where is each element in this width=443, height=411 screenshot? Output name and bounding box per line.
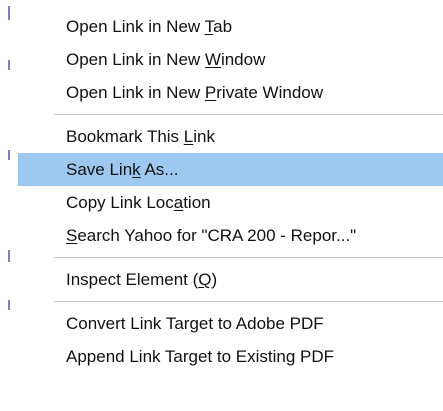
- menu-item-mnemonic: a: [173, 193, 184, 212]
- menu-item-search-yahoo[interactable]: Search Yahoo for "CRA 200 - Repor...": [18, 219, 443, 252]
- menu-item-label: As...: [140, 160, 179, 179]
- menu-item-label: ab: [213, 17, 233, 36]
- menu-item-inspect-element[interactable]: Inspect Element (Q): [18, 263, 443, 296]
- page-edge-mark: [8, 6, 10, 20]
- menu-item-open-new-tab[interactable]: Open Link in New Tab: [18, 10, 443, 43]
- menu-separator: [54, 257, 443, 258]
- menu-separator: [54, 301, 443, 302]
- menu-item-mnemonic: P: [204, 83, 217, 102]
- menu-item-label: Inspect Element (: [66, 270, 199, 289]
- menu-item-label: earch Yahoo for "CRA 200 - Repor...": [77, 226, 357, 245]
- menu-item-label: ): [211, 270, 218, 289]
- page-background-strip: [0, 0, 18, 411]
- context-menu-list: Open Link in New Tab Open Link in New Win…: [18, 0, 443, 373]
- menu-item-save-link-as[interactable]: Save Link As...: [18, 153, 443, 186]
- menu-item-label: tion: [183, 193, 211, 212]
- menu-item-open-new-window[interactable]: Open Link in New Window: [18, 43, 443, 76]
- menu-item-label: Bookmark This: [66, 127, 184, 146]
- menu-item-mnemonic: T: [204, 17, 214, 36]
- menu-item-convert-to-pdf[interactable]: Convert Link Target to Adobe PDF: [18, 307, 443, 340]
- menu-item-label: Open Link in New: [66, 50, 205, 69]
- page-edge-mark: [8, 150, 10, 160]
- menu-item-mnemonic: S: [66, 226, 78, 245]
- menu-item-label: Open Link in New: [66, 83, 205, 102]
- menu-item-label: rivate Window: [216, 83, 324, 102]
- menu-item-label: indow: [220, 50, 266, 69]
- menu-separator: [54, 114, 443, 115]
- menu-item-label: Append Link Target to Existing PDF: [66, 347, 335, 366]
- page-edge-mark: [8, 250, 10, 262]
- menu-item-mnemonic: Q: [198, 270, 212, 289]
- page-edge-mark: [8, 60, 10, 70]
- menu-item-label: Copy Link Loc: [66, 193, 174, 212]
- page-edge-mark: [8, 300, 10, 310]
- menu-item-mnemonic: L: [183, 127, 194, 146]
- menu-item-bookmark-link[interactable]: Bookmark This Link: [18, 120, 443, 153]
- menu-item-copy-link-location[interactable]: Copy Link Location: [18, 186, 443, 219]
- menu-item-label: Save Lin: [66, 160, 133, 179]
- menu-item-label: Convert Link Target to Adobe PDF: [66, 314, 324, 333]
- menu-item-label: Open Link in New: [66, 17, 205, 36]
- menu-item-mnemonic: W: [204, 50, 221, 69]
- menu-item-open-private-window[interactable]: Open Link in New Private Window: [18, 76, 443, 109]
- menu-item-append-to-pdf[interactable]: Append Link Target to Existing PDF: [18, 340, 443, 373]
- menu-item-mnemonic: k: [132, 160, 141, 179]
- menu-item-label: ink: [193, 127, 215, 146]
- link-context-menu: Open Link in New Tab Open Link in New Win…: [18, 0, 443, 411]
